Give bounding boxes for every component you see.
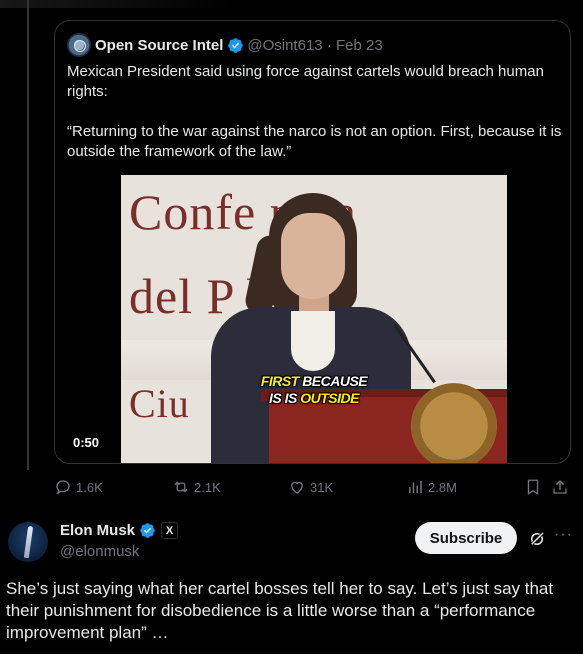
like-button[interactable]: 31K	[288, 478, 333, 496]
bookmark-icon	[527, 479, 539, 496]
video-frame: Confe ncia del P blo Ciu FIRST BECAUSE I…	[121, 175, 507, 463]
post-author-row: Elon Musk X @elonmusk Subscribe ···	[8, 522, 575, 566]
post-action-bar: 1.6K 2.1K 31K 2.8M	[54, 478, 571, 500]
quoted-author-name[interactable]: Open Source Intel	[95, 37, 223, 54]
verified-badge-icon	[228, 37, 244, 53]
author-avatar[interactable]	[8, 522, 48, 562]
quoted-text-paragraph-1: Mexican President said using force again…	[67, 63, 544, 100]
video-timestamp: 0:50	[73, 435, 100, 450]
author-name-row: Elon Musk X	[60, 522, 179, 539]
reply-button[interactable]: 1.6K	[54, 478, 103, 496]
repost-button[interactable]: 2.1K	[172, 478, 221, 496]
analytics-icon	[409, 481, 422, 493]
caption-word-outside: OUTSIDE	[300, 390, 359, 406]
quoted-post-header: Open Source Intel @Osint613 · Feb 23	[67, 33, 383, 57]
quoted-text-paragraph-2: “Returning to the war against the narco …	[67, 123, 562, 160]
subscribe-button[interactable]: Subscribe	[415, 522, 517, 554]
author-name[interactable]: Elon Musk	[60, 522, 135, 539]
caption-line-1: FIRST BECAUSE	[121, 373, 507, 390]
caption-word-is-is: IS IS	[269, 390, 297, 406]
caption-word-because: BECAUSE	[302, 373, 368, 389]
verified-badge-icon	[140, 523, 155, 538]
quoted-post[interactable]: Open Source Intel @Osint613 · Feb 23 Mex…	[54, 20, 571, 464]
share-button[interactable]	[551, 478, 573, 496]
rocket-image	[23, 525, 34, 559]
heart-icon	[291, 481, 303, 494]
repost-icon	[174, 481, 188, 493]
post-body-text: She’s just saying what her cartel bosses…	[6, 579, 554, 642]
video-player[interactable]: Confe ncia del P blo Ciu FIRST BECAUSE I…	[55, 175, 570, 463]
x-affiliation-badge-icon[interactable]: X	[161, 522, 179, 539]
caption-line-2: IS IS OUTSIDE	[121, 390, 507, 407]
quoted-date-separator: ·	[322, 36, 336, 54]
previous-post-fade	[0, 0, 240, 8]
bookmark-button[interactable]	[524, 478, 546, 496]
quoted-post-text: Mexican President said using force again…	[67, 62, 562, 182]
video-caption: FIRST BECAUSE IS IS OUTSIDE	[121, 373, 507, 407]
speaker-face	[281, 213, 345, 299]
like-count: 31K	[310, 479, 334, 495]
author-handle[interactable]: @elonmusk	[60, 543, 139, 560]
quoted-author-avatar[interactable]	[67, 33, 91, 57]
reply-count: 1.6K	[76, 479, 103, 495]
repost-count: 2.1K	[194, 479, 221, 495]
quoted-author-handle[interactable]: @Osint613	[247, 37, 322, 54]
caption-word-first: FIRST	[260, 373, 299, 389]
thread-connector-line	[27, 0, 29, 470]
views-count: 2.8M	[428, 479, 457, 495]
grok-icon[interactable]	[528, 530, 546, 548]
more-options-icon[interactable]: ···	[554, 526, 573, 544]
share-icon	[553, 480, 567, 494]
views-button[interactable]: 2.8M	[406, 478, 457, 496]
reply-icon	[56, 480, 70, 495]
quoted-post-date[interactable]: Feb 23	[336, 37, 383, 54]
speaker-shirt	[291, 311, 335, 371]
